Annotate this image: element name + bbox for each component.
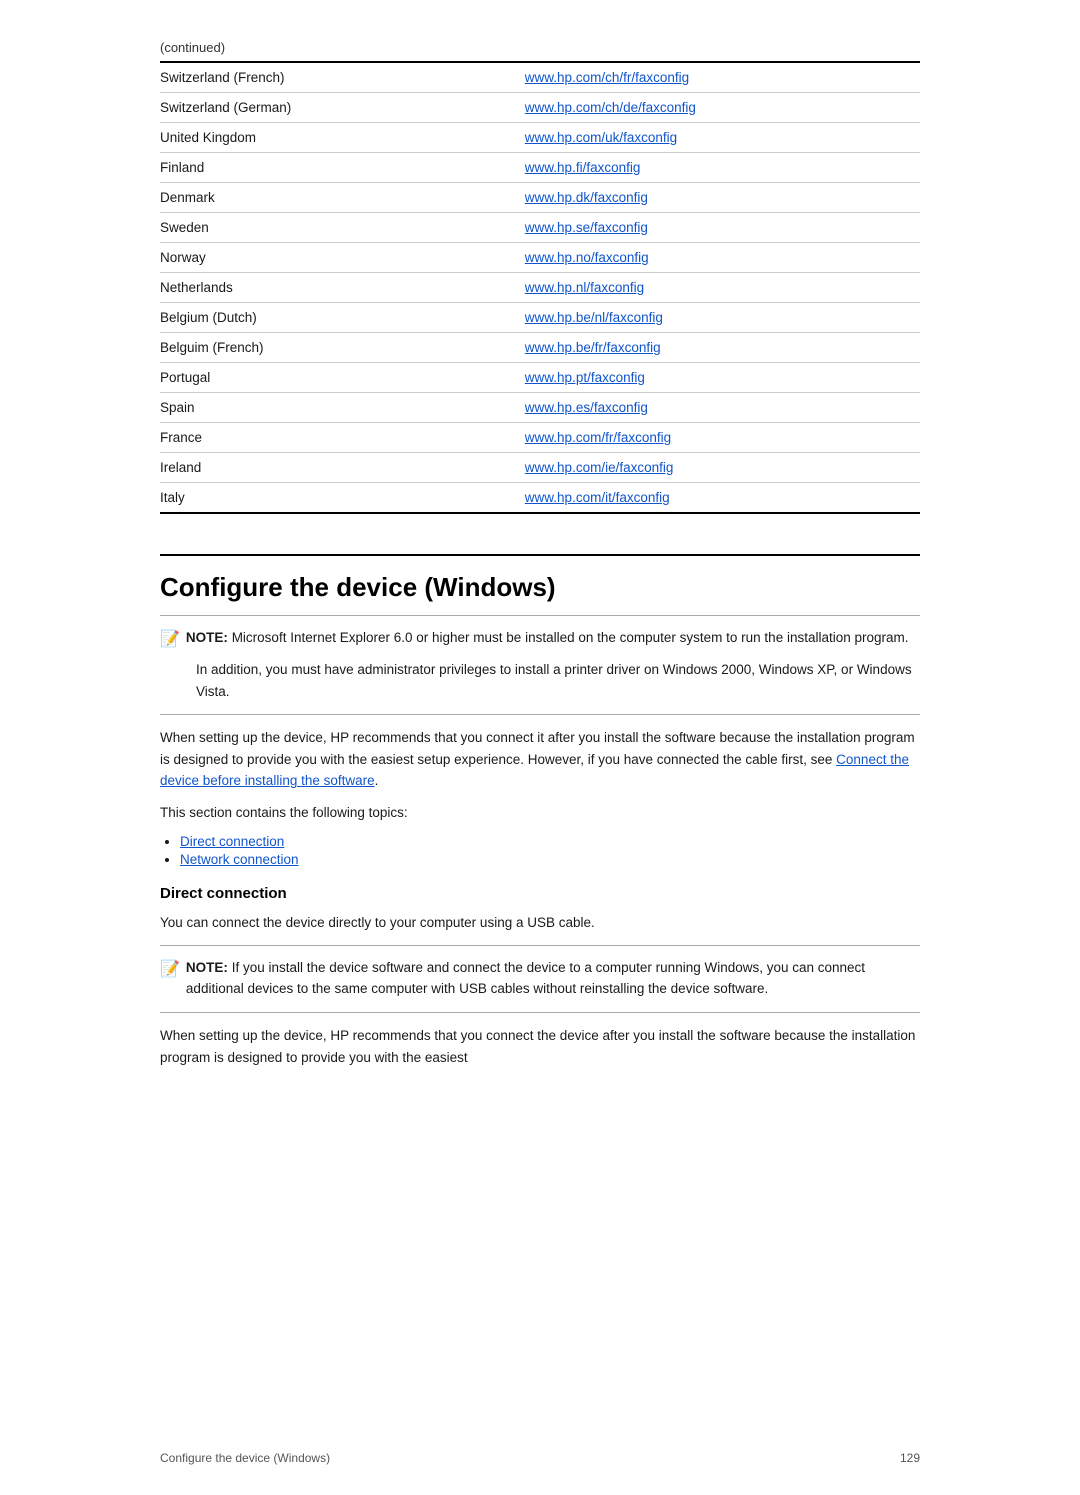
table-cell-url[interactable]: www.hp.dk/faxconfig	[525, 183, 920, 213]
table-cell-country: Norway	[160, 243, 525, 273]
table-cell-url[interactable]: www.hp.com/ie/faxconfig	[525, 453, 920, 483]
table-cell-country: Italy	[160, 483, 525, 514]
section-divider-2	[160, 714, 920, 715]
direct-connection-link[interactable]: Direct connection	[180, 834, 284, 849]
table-cell-country: Spain	[160, 393, 525, 423]
network-connection-link[interactable]: Network connection	[180, 852, 299, 867]
subsection-direct-body: You can connect the device directly to y…	[160, 912, 920, 934]
table-cell-url[interactable]: www.hp.se/faxconfig	[525, 213, 920, 243]
note-text-2: NOTE: If you install the device software…	[186, 958, 920, 1000]
note-icon-2: 📝	[160, 959, 180, 979]
fax-url-link[interactable]: www.hp.com/ie/faxconfig	[525, 460, 674, 475]
section-title: Configure the device (Windows)	[160, 554, 920, 603]
body-text-2: When setting up the device, HP recommend…	[160, 1025, 920, 1068]
table-cell-country: Ireland	[160, 453, 525, 483]
fax-url-link[interactable]: www.hp.fi/faxconfig	[525, 160, 641, 175]
note-label-1: NOTE:	[186, 630, 228, 645]
body1-text: When setting up the device, HP recommend…	[160, 730, 915, 767]
note-block-1: 📝 NOTE: Microsoft Internet Explorer 6.0 …	[160, 628, 920, 649]
table-cell-url[interactable]: www.hp.be/nl/faxconfig	[525, 303, 920, 333]
note-content-2: If you install the device software and c…	[186, 960, 865, 996]
note-icon-1: 📝	[160, 629, 180, 649]
note-block-2: 📝 NOTE: If you install the device softwa…	[160, 958, 920, 1000]
table-row: Switzerland (German)www.hp.com/ch/de/fax…	[160, 93, 920, 123]
table-row: Switzerland (French)www.hp.com/ch/fr/fax…	[160, 62, 920, 93]
table-cell-country: France	[160, 423, 525, 453]
continued-label: (continued)	[160, 40, 920, 55]
table-cell-country: Belguim (French)	[160, 333, 525, 363]
fax-config-table: Switzerland (French)www.hp.com/ch/fr/fax…	[160, 61, 920, 514]
table-cell-url[interactable]: www.hp.es/faxconfig	[525, 393, 920, 423]
fax-url-link[interactable]: www.hp.com/fr/faxconfig	[525, 430, 671, 445]
section-divider-3	[160, 945, 920, 946]
table-cell-country: Finland	[160, 153, 525, 183]
table-row: Finlandwww.hp.fi/faxconfig	[160, 153, 920, 183]
table-cell-url[interactable]: www.hp.fi/faxconfig	[525, 153, 920, 183]
table-cell-url[interactable]: www.hp.com/ch/de/faxconfig	[525, 93, 920, 123]
table-row: Norwaywww.hp.no/faxconfig	[160, 243, 920, 273]
table-cell-country: Denmark	[160, 183, 525, 213]
table-cell-country: Netherlands	[160, 273, 525, 303]
table-cell-url[interactable]: www.hp.pt/faxconfig	[525, 363, 920, 393]
table-row: Belguim (French)www.hp.be/fr/faxconfig	[160, 333, 920, 363]
table-row: Irelandwww.hp.com/ie/faxconfig	[160, 453, 920, 483]
fax-url-link[interactable]: www.hp.es/faxconfig	[525, 400, 648, 415]
footer-page-number: 129	[900, 1451, 920, 1465]
note-body-1: Microsoft Internet Explorer 6.0 or highe…	[232, 630, 909, 645]
table-cell-url[interactable]: www.hp.be/fr/faxconfig	[525, 333, 920, 363]
section-divider-4	[160, 1012, 920, 1013]
table-row: Spainwww.hp.es/faxconfig	[160, 393, 920, 423]
fax-url-link[interactable]: www.hp.be/nl/faxconfig	[525, 310, 663, 325]
table-cell-country: Sweden	[160, 213, 525, 243]
list-item-network: Network connection	[180, 852, 920, 867]
fax-url-link[interactable]: www.hp.dk/faxconfig	[525, 190, 648, 205]
table-cell-url[interactable]: www.hp.com/fr/faxconfig	[525, 423, 920, 453]
fax-url-link[interactable]: www.hp.nl/faxconfig	[525, 280, 644, 295]
fax-url-link[interactable]: www.hp.be/fr/faxconfig	[525, 340, 661, 355]
topics-intro: This section contains the following topi…	[160, 802, 920, 824]
fax-url-link[interactable]: www.hp.com/it/faxconfig	[525, 490, 670, 505]
note-indent-1: In addition, you must have administrator…	[196, 659, 920, 702]
body-text-1: When setting up the device, HP recommend…	[160, 727, 920, 792]
topics-list: Direct connection Network connection	[180, 834, 920, 867]
subsection-direct-title: Direct connection	[160, 885, 920, 902]
fax-url-link[interactable]: www.hp.com/uk/faxconfig	[525, 130, 677, 145]
list-item-direct: Direct connection	[180, 834, 920, 849]
fax-url-link[interactable]: www.hp.se/faxconfig	[525, 220, 648, 235]
table-cell-country: Switzerland (French)	[160, 62, 525, 93]
table-cell-url[interactable]: www.hp.com/uk/faxconfig	[525, 123, 920, 153]
table-cell-country: Portugal	[160, 363, 525, 393]
table-cell-url[interactable]: www.hp.com/ch/fr/faxconfig	[525, 62, 920, 93]
table-cell-country: United Kingdom	[160, 123, 525, 153]
note-label-2: NOTE:	[186, 960, 228, 975]
table-cell-country: Switzerland (German)	[160, 93, 525, 123]
table-cell-url[interactable]: www.hp.nl/faxconfig	[525, 273, 920, 303]
table-row: Swedenwww.hp.se/faxconfig	[160, 213, 920, 243]
table-cell-country: Belgium (Dutch)	[160, 303, 525, 333]
table-row: Francewww.hp.com/fr/faxconfig	[160, 423, 920, 453]
note-text-1: NOTE: Microsoft Internet Explorer 6.0 or…	[186, 628, 909, 649]
note-indent-text-1: In addition, you must have administrator…	[196, 662, 912, 699]
table-row: United Kingdomwww.hp.com/uk/faxconfig	[160, 123, 920, 153]
page-footer: Configure the device (Windows) 129	[0, 1451, 1080, 1465]
table-cell-url[interactable]: www.hp.com/it/faxconfig	[525, 483, 920, 514]
section-divider-1	[160, 615, 920, 616]
table-cell-url[interactable]: www.hp.no/faxconfig	[525, 243, 920, 273]
body1-end: .	[375, 773, 379, 788]
table-row: Netherlandswww.hp.nl/faxconfig	[160, 273, 920, 303]
footer-section-name: Configure the device (Windows)	[160, 1451, 900, 1465]
fax-url-link[interactable]: www.hp.com/ch/de/faxconfig	[525, 100, 696, 115]
fax-url-link[interactable]: www.hp.com/ch/fr/faxconfig	[525, 70, 689, 85]
table-row: Portugalwww.hp.pt/faxconfig	[160, 363, 920, 393]
fax-url-link[interactable]: www.hp.pt/faxconfig	[525, 370, 645, 385]
table-row: Denmarkwww.hp.dk/faxconfig	[160, 183, 920, 213]
fax-url-link[interactable]: www.hp.no/faxconfig	[525, 250, 649, 265]
table-row: Italywww.hp.com/it/faxconfig	[160, 483, 920, 514]
table-row: Belgium (Dutch)www.hp.be/nl/faxconfig	[160, 303, 920, 333]
